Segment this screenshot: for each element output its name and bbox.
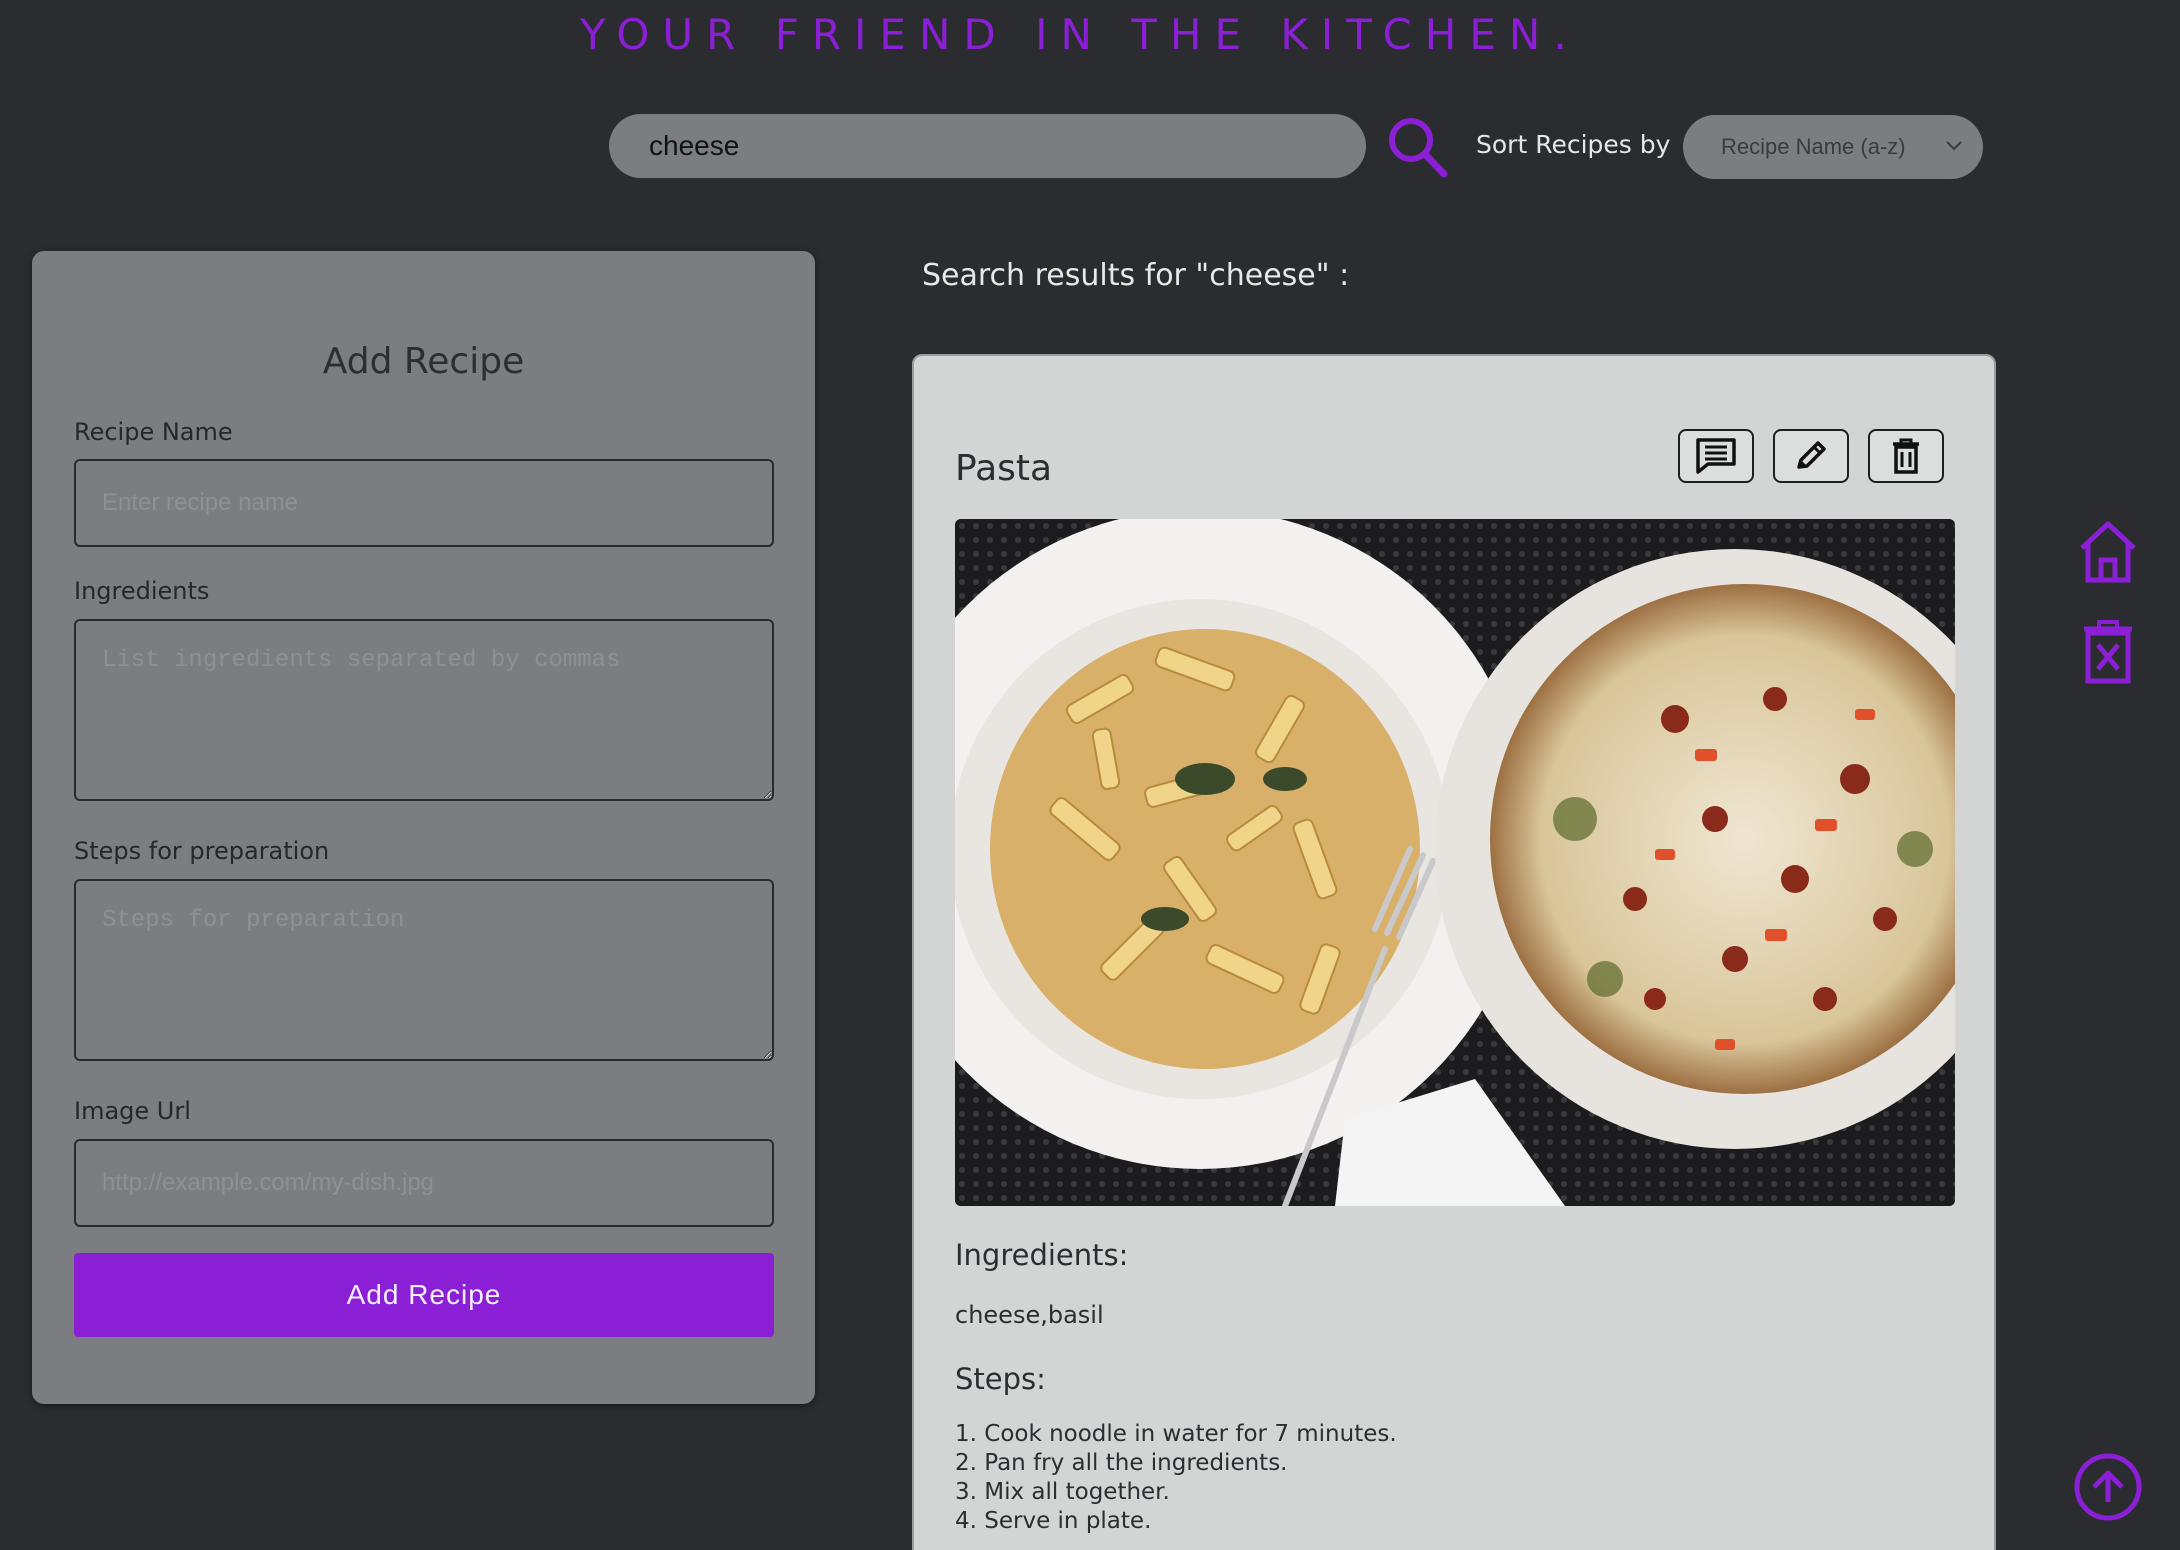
add-recipe-button[interactable]: Add Recipe bbox=[74, 1253, 774, 1337]
step-item: 2. Pan fry all the ingredients. bbox=[955, 1450, 1288, 1476]
step-item: 3. Mix all together. bbox=[955, 1479, 1170, 1505]
search-icon bbox=[1389, 118, 1448, 178]
recipe-name-label: Recipe Name bbox=[74, 418, 233, 446]
edit-button[interactable] bbox=[1773, 429, 1849, 483]
ingredients-heading: Ingredients: bbox=[955, 1238, 1129, 1272]
recipe-title: Pasta bbox=[955, 448, 1053, 489]
search-input[interactable] bbox=[609, 114, 1366, 178]
sort-select[interactable]: Recipe Name (a-z) bbox=[1683, 115, 1983, 179]
recipe-photo bbox=[955, 519, 1955, 1206]
comment-icon bbox=[1696, 438, 1736, 474]
steps-heading: Steps: bbox=[955, 1362, 1046, 1396]
home-button[interactable] bbox=[2078, 520, 2138, 587]
recipe-name-input[interactable] bbox=[74, 459, 774, 547]
scroll-top-button[interactable] bbox=[2073, 1452, 2143, 1525]
arrow-up-circle-icon bbox=[2074, 1453, 2142, 1521]
image-url-label: Image Url bbox=[74, 1097, 191, 1125]
sort-selected-value: Recipe Name (a-z) bbox=[1721, 134, 1906, 159]
chevron-down-icon bbox=[1946, 141, 1962, 151]
image-url-input[interactable] bbox=[74, 1139, 774, 1227]
steps-label: Steps for preparation bbox=[74, 837, 330, 865]
clear-all-button[interactable] bbox=[2080, 619, 2136, 688]
home-icon bbox=[2080, 521, 2136, 583]
trash-x-icon bbox=[2084, 620, 2132, 684]
sort-label: Sort Recipes by bbox=[1476, 130, 1671, 159]
app-page: YOUR FRIEND IN THE KITCHEN. Sort Recipes… bbox=[0, 0, 2180, 1550]
steps-textarea[interactable] bbox=[74, 879, 774, 1061]
step-item: 1. Cook noodle in water for 7 minutes. bbox=[955, 1421, 1397, 1447]
trash-icon bbox=[1893, 438, 1919, 474]
ingredients-label: Ingredients bbox=[74, 577, 210, 605]
comment-button[interactable] bbox=[1678, 429, 1754, 483]
delete-button[interactable] bbox=[1868, 429, 1944, 483]
search-button[interactable] bbox=[1384, 114, 1454, 180]
add-recipe-title: Add Recipe bbox=[322, 341, 525, 382]
pencil-icon bbox=[1797, 441, 1826, 469]
step-item: 4. Serve in plate. bbox=[955, 1508, 1152, 1534]
tagline: YOUR FRIEND IN THE KITCHEN. bbox=[580, 10, 1580, 59]
add-recipe-panel: Add Recipe Recipe Name Ingredients Steps… bbox=[32, 251, 815, 1404]
ingredients-text: cheese,basil bbox=[955, 1301, 1104, 1329]
search-results-heading: Search results for "cheese" : bbox=[922, 258, 1350, 293]
ingredients-textarea[interactable] bbox=[74, 619, 774, 801]
recipe-card: Pasta Ingredients: cheese,basil Steps: 1… bbox=[912, 354, 1996, 1550]
steps-list: 1. Cook noodle in water for 7 minutes. 2… bbox=[955, 1420, 1397, 1536]
